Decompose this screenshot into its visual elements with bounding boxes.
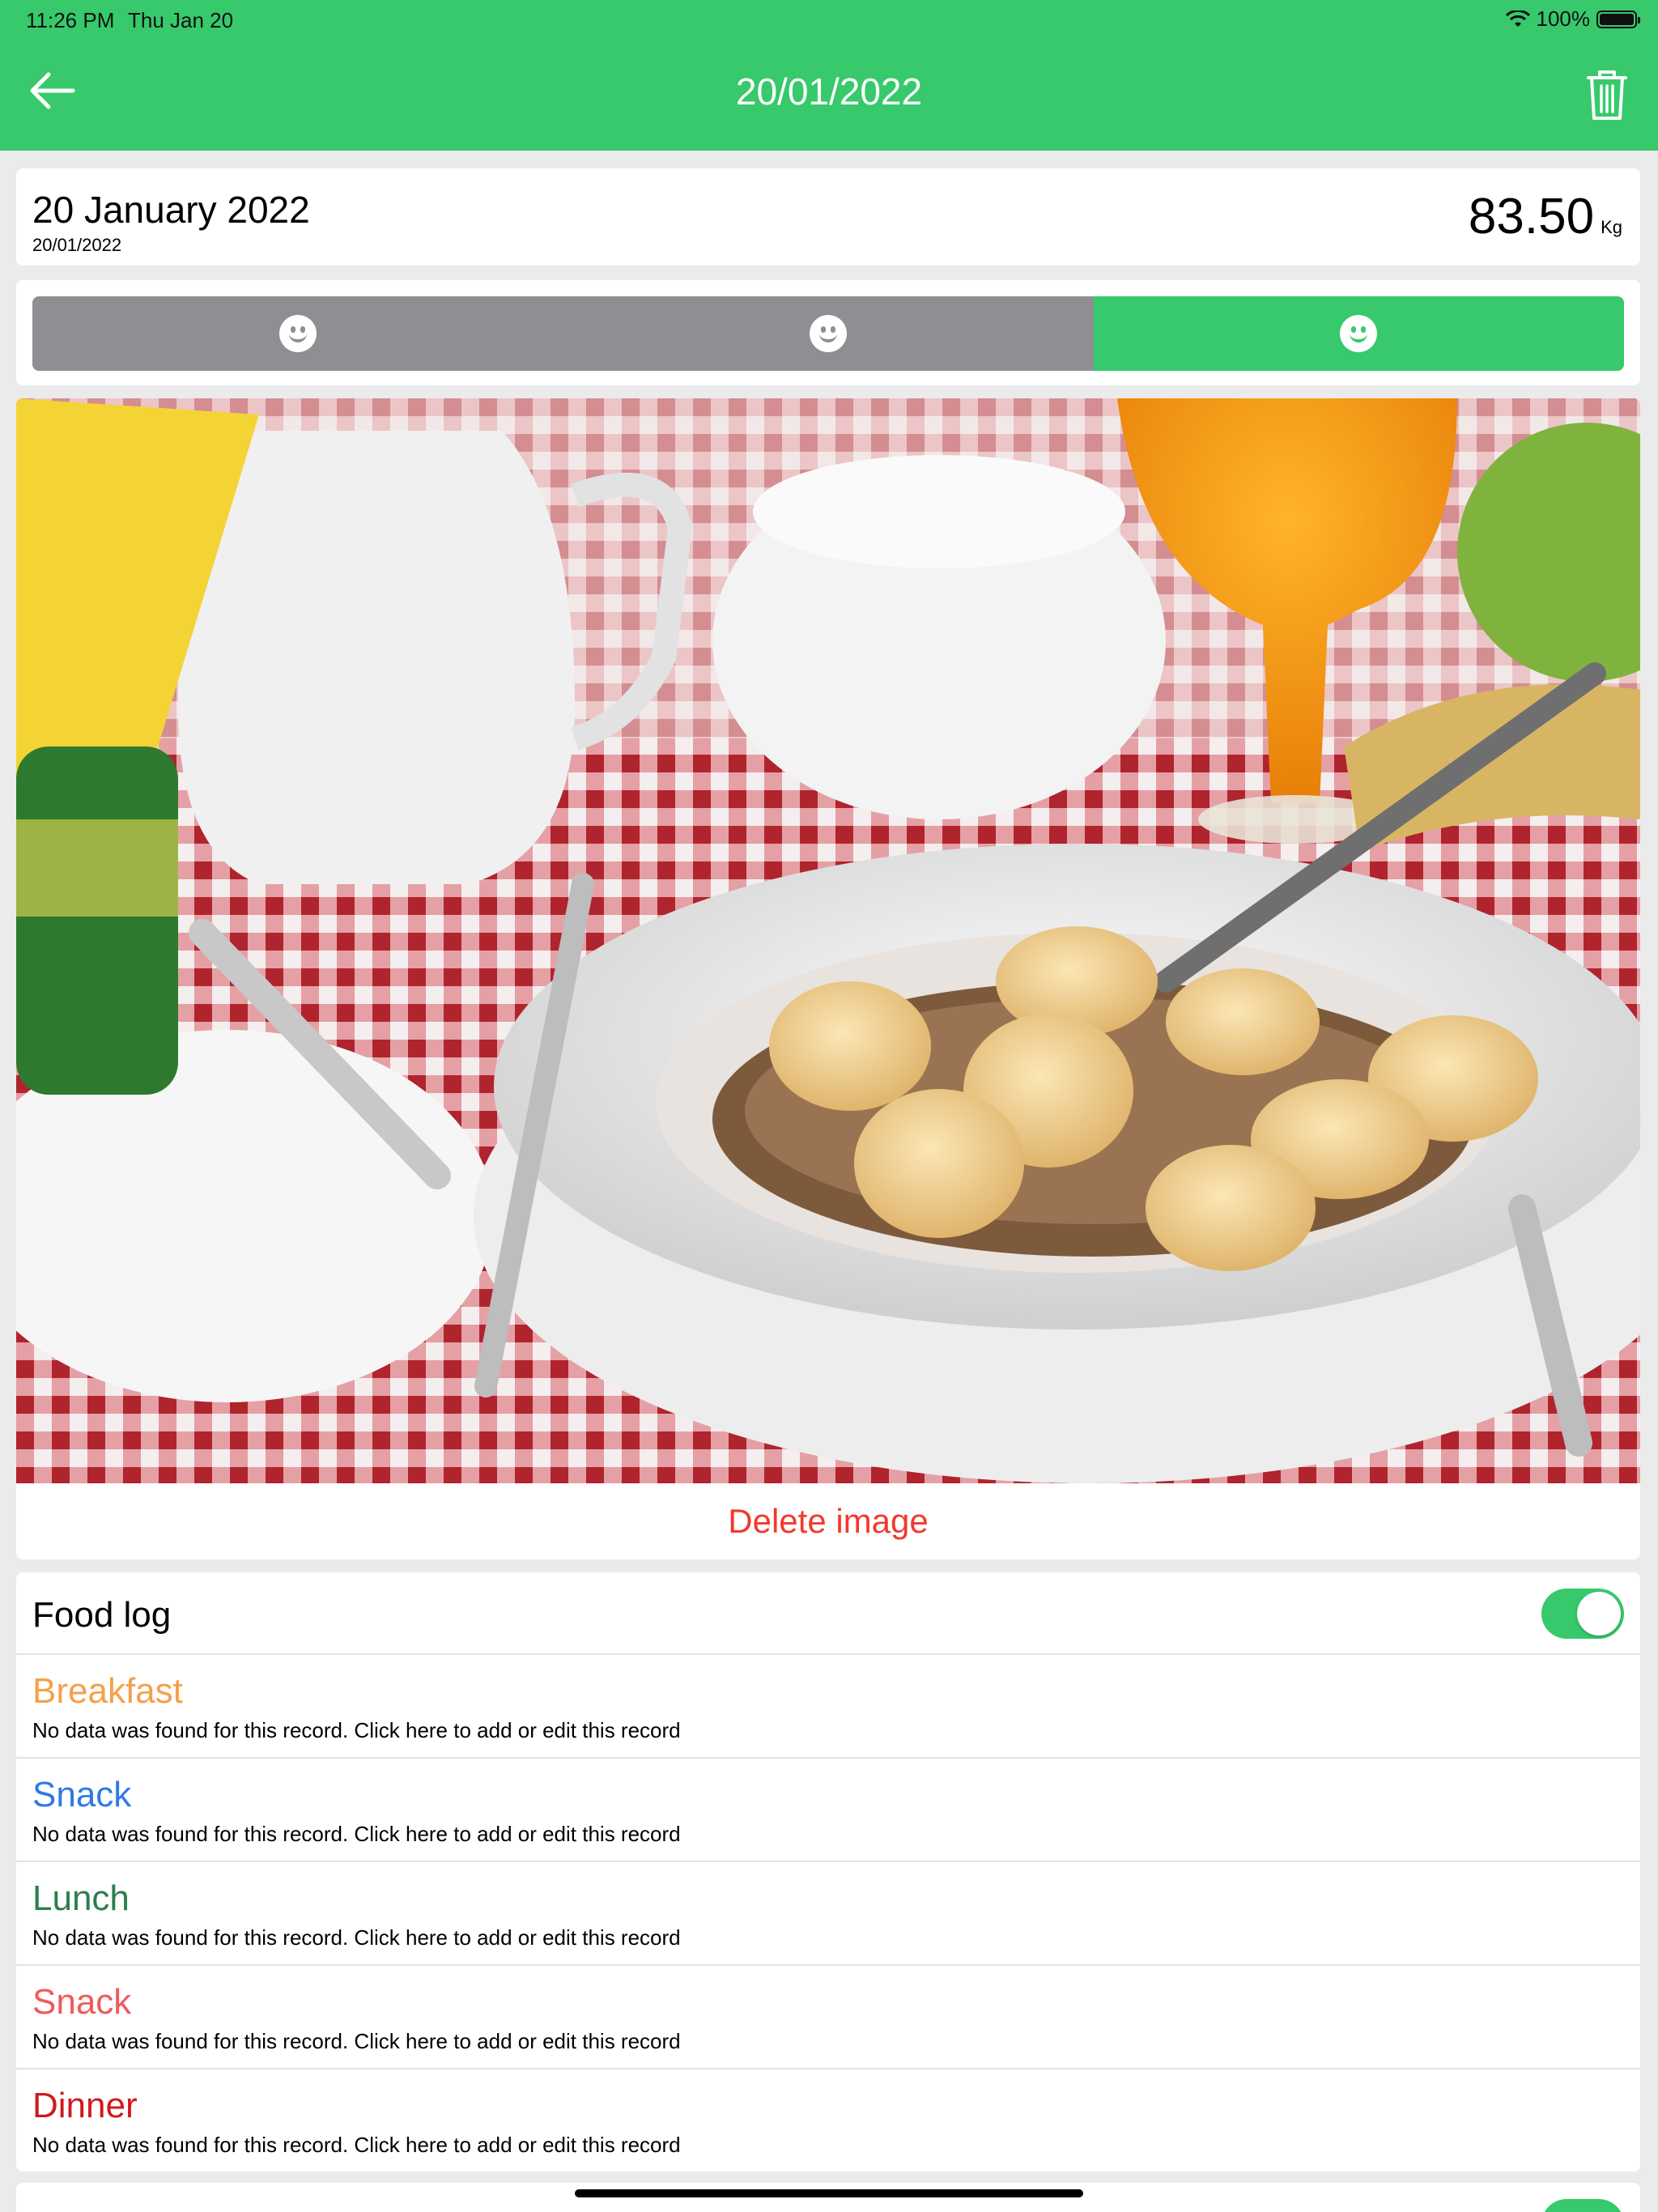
battery-percent: 100% <box>1536 6 1591 31</box>
entry-date-long: 20 January 2022 <box>32 189 310 231</box>
mood-option-3[interactable] <box>1093 296 1624 371</box>
food-log-card: Food log Breakfast No data was found for … <box>16 1572 1640 2172</box>
weight-unit: Kg <box>1601 217 1622 237</box>
meal-row[interactable]: Snack No data was found for this record. … <box>16 1966 1640 2069</box>
entry-summary-card[interactable]: 20 January 2022 20/01/2022 83.50 Kg <box>16 168 1640 266</box>
meal-row[interactable]: Snack No data was found for this record. … <box>16 1759 1640 1862</box>
trash-icon <box>1587 70 1627 120</box>
meal-name: Dinner <box>32 2086 138 2125</box>
meal-description: No data was found for this record. Click… <box>32 2029 681 2053</box>
meal-name: Lunch <box>32 1878 130 1918</box>
status-time: 11:26 PM <box>26 8 115 32</box>
food-log-header: Food log <box>16 1572 1640 1655</box>
mood-card <box>16 280 1640 385</box>
meal-row[interactable]: Lunch No data was found for this record. … <box>16 1862 1640 1966</box>
smiley-icon <box>1340 315 1378 352</box>
meal-row[interactable]: Breakfast No data was found for this reco… <box>16 1655 1640 1759</box>
meal-name: Breakfast <box>32 1671 183 1711</box>
meal-description: No data was found for this record. Click… <box>32 2133 681 2157</box>
top-bar: 11:26 PM Thu Jan 20 100% 20/01/2022 <box>0 0 1658 151</box>
meal-name: Snack <box>32 1775 132 1814</box>
status-indicators: 100% <box>1505 6 1640 32</box>
meal-description: No data was found for this record. Click… <box>32 1718 681 1742</box>
meal-row[interactable]: Dinner No data was found for this record.… <box>16 2069 1640 2173</box>
food-log-toggle[interactable] <box>1541 1589 1624 1639</box>
page-title: 20/01/2022 <box>735 70 923 113</box>
mood-segmented-control <box>32 296 1624 371</box>
status-date: Thu Jan 20 <box>128 8 234 32</box>
smiley-icon <box>809 315 847 352</box>
food-log-title: Food log <box>32 1595 172 1635</box>
section-toggle[interactable] <box>1541 2199 1624 2212</box>
weight-display: 83.50 Kg <box>1469 188 1622 245</box>
mood-option-1[interactable] <box>32 296 563 371</box>
entry-date-short: 20/01/2022 <box>32 235 122 255</box>
home-indicator <box>575 2189 1083 2197</box>
delete-image-button[interactable]: Delete image <box>16 1483 1640 1559</box>
meal-description: No data was found for this record. Click… <box>32 1925 681 1950</box>
wifi-icon <box>1505 10 1530 27</box>
meal-name: Snack <box>32 1982 132 2022</box>
mood-option-2[interactable] <box>563 296 1094 371</box>
smiley-icon <box>278 315 317 352</box>
meal-image-card: Delete image <box>16 398 1640 1559</box>
meal-photo[interactable] <box>16 398 1640 1483</box>
delete-entry-button[interactable] <box>1579 65 1635 123</box>
battery-icon <box>1596 10 1640 28</box>
weight-value: 83.50 <box>1468 189 1595 245</box>
next-section-card <box>16 2183 1640 2212</box>
meal-description: No data was found for this record. Click… <box>32 1822 681 1846</box>
